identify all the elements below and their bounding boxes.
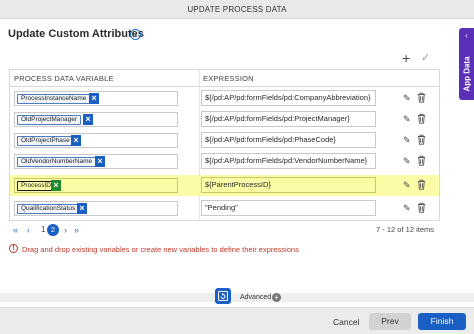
current-page[interactable]: 2 [47, 224, 59, 236]
table-row: ProcessInstanceName × ${/pd:AP/pd:formFi… [10, 88, 439, 109]
variable-chip[interactable]: OldVendorNumberName [17, 157, 97, 167]
app-data-tab[interactable]: ‹ App Data [459, 28, 474, 100]
advanced-label[interactable]: Advanced [240, 294, 271, 301]
table-row: OldProjectManager × ${/pd:AP/pd:formFiel… [10, 109, 439, 130]
previous-page-button[interactable]: ‹ [27, 224, 30, 236]
variable-field[interactable]: OldProjectPhase × [14, 133, 178, 148]
alert-icon: ! [9, 244, 18, 253]
column-header-expression: EXPRESSION [203, 74, 254, 83]
check-icon[interactable]: ✓ [421, 52, 430, 64]
app-data-tab-label: App Data [462, 56, 471, 92]
prev-button[interactable]: Prev [369, 313, 411, 330]
expression-field[interactable]: "Pending" [201, 200, 376, 216]
footer: Cancel Prev Finish [0, 307, 474, 334]
pencil-icon[interactable]: ✎ [403, 203, 411, 213]
expression-field[interactable]: ${/pd:AP/pd:formFields/pd:PhaseCode} [201, 132, 376, 148]
next-page-button[interactable]: › [64, 224, 67, 236]
remove-icon[interactable]: × [95, 156, 105, 167]
page-title: Update Custom Attributes [8, 28, 144, 40]
table-row: OldVendorNumberName × ${/pd:AP/pd:formFi… [10, 151, 439, 172]
variable-field[interactable]: ProcessID × [14, 178, 178, 193]
finish-button[interactable]: Finish [418, 313, 466, 330]
trash-icon[interactable] [417, 202, 426, 213]
cancel-button[interactable]: Cancel [333, 317, 359, 327]
trash-icon[interactable] [417, 179, 426, 190]
expression-field[interactable]: ${/pd:AP/pd:formFields/pd:VendorNumberNa… [201, 153, 376, 169]
expression-field[interactable]: ${/pd:AP/pd:formFields/pd:ProjectManager… [201, 111, 376, 127]
info-icon[interactable]: i [130, 29, 141, 40]
page-1-button[interactable]: 1 [41, 224, 45, 236]
column-header-variable: PROCESS DATA VARIABLE [14, 74, 114, 83]
pencil-icon[interactable]: ✎ [403, 114, 411, 124]
variable-chip[interactable]: ProcessInstanceName [17, 94, 91, 104]
table-header: PROCESS DATA VARIABLE EXPRESSION [10, 70, 439, 87]
variable-field[interactable]: OldProjectManager × [14, 112, 178, 127]
first-page-button[interactable]: « [13, 224, 18, 236]
expression-field[interactable]: ${/pd:AP/pd:formFields/pd:CompanyAbbrevi… [201, 90, 376, 106]
pager-summary: 7 - 12 of 12 items [376, 225, 434, 234]
drag-drop-hint: Drag and drop existing variables or crea… [22, 245, 299, 254]
attributes-table: PROCESS DATA VARIABLE EXPRESSION Process… [9, 69, 440, 221]
pencil-icon[interactable]: ✎ [403, 180, 411, 190]
pencil-icon[interactable]: ✎ [403, 135, 411, 145]
variable-field[interactable]: OldVendorNumberName × [14, 154, 178, 169]
trash-icon[interactable] [417, 92, 426, 103]
pencil-icon[interactable]: ✎ [403, 156, 411, 166]
pager: « ‹ 1 2 › » 7 - 12 of 12 items [9, 224, 440, 238]
variable-chip[interactable]: OldProjectManager [17, 115, 81, 125]
advanced-strip [0, 293, 474, 302]
remove-icon[interactable]: × [83, 114, 93, 125]
remove-icon[interactable]: × [51, 180, 61, 191]
table-row-selected[interactable]: ProcessID × ${ParentProcessID} ✎ [10, 175, 439, 196]
trash-icon[interactable] [417, 134, 426, 145]
pencil-icon[interactable]: ✎ [403, 93, 411, 103]
table-row: OldProjectPhase × ${/pd:AP/pd:formFields… [10, 130, 439, 151]
variable-field[interactable]: QualificationStatus × [14, 201, 178, 216]
advanced-icon[interactable] [215, 288, 231, 304]
variable-chip[interactable]: ProcessID [17, 181, 55, 191]
remove-icon[interactable]: × [77, 203, 87, 214]
trash-icon[interactable] [417, 155, 426, 166]
variable-field[interactable]: ProcessInstanceName × [14, 91, 178, 106]
remove-icon[interactable]: × [89, 93, 99, 104]
chevron-left-icon: ‹ [465, 31, 468, 40]
plus-icon[interactable]: + [402, 51, 410, 65]
trash-icon[interactable] [417, 113, 426, 124]
remove-icon[interactable]: × [71, 135, 81, 146]
variable-chip[interactable]: QualificationStatus [17, 204, 80, 214]
expression-field[interactable]: ${ParentProcessID} [201, 177, 376, 193]
table-row: QualificationStatus × "Pending" ✎ [10, 198, 439, 219]
plus-circle-icon[interactable]: + [272, 293, 281, 302]
last-page-button[interactable]: » [74, 224, 79, 236]
variable-chip[interactable]: OldProjectPhase [17, 136, 74, 146]
window-title: UPDATE PROCESS DATA [0, 0, 474, 19]
